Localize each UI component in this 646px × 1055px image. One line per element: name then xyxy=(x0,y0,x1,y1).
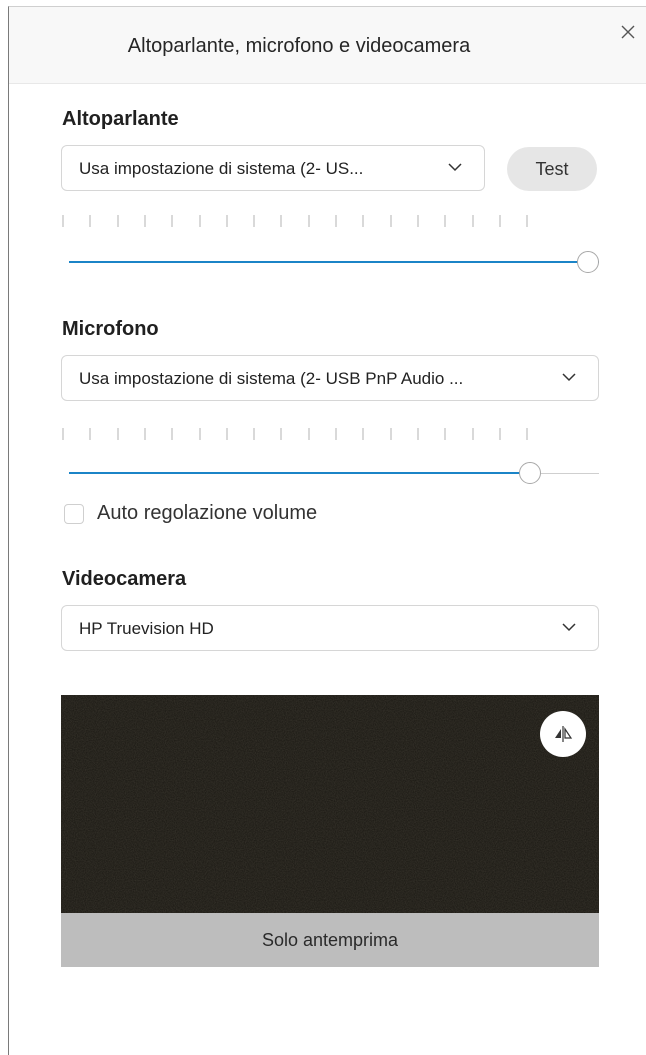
microphone-volume-slider[interactable] xyxy=(69,461,599,487)
meter-tick xyxy=(471,428,474,440)
meter-tick xyxy=(116,215,119,227)
meter-tick xyxy=(389,428,392,440)
meter-tick xyxy=(498,215,501,227)
meter-tick xyxy=(335,428,337,440)
settings-dialog: Altoparlante, microfono e videocamera Al… xyxy=(8,6,646,1055)
meter-tick xyxy=(416,215,419,227)
meter-tick xyxy=(89,428,92,440)
slider-thumb[interactable] xyxy=(577,251,599,273)
meter-tick xyxy=(362,428,365,440)
chevron-down-icon xyxy=(448,163,462,172)
microphone-heading: Microfono xyxy=(62,318,159,340)
meter-tick xyxy=(253,428,256,440)
speaker-select[interactable]: Usa impostazione di sistema (2- US... xyxy=(61,145,485,191)
meter-tick xyxy=(362,215,365,227)
auto-adjust-checkbox[interactable] xyxy=(64,504,84,524)
camera-heading: Videocamera xyxy=(62,568,187,590)
meter-tick xyxy=(471,215,474,227)
speaker-volume-slider[interactable] xyxy=(69,250,599,276)
speaker-test-button[interactable]: Test xyxy=(507,147,597,191)
meter-tick xyxy=(526,428,529,440)
mirror-button[interactable] xyxy=(540,711,586,757)
meter-tick xyxy=(498,428,501,440)
meter-tick xyxy=(444,428,447,440)
dialog-header: Altoparlante, microfono e videocamera xyxy=(9,7,646,84)
meter-tick xyxy=(143,428,146,440)
microphone-select[interactable]: Usa impostazione di sistema (2- USB PnP … xyxy=(61,355,599,401)
meter-tick xyxy=(171,215,174,227)
slider-fill xyxy=(69,261,599,263)
camera-preview: Solo antemprima xyxy=(61,695,599,967)
meter-tick xyxy=(389,215,392,227)
meter-tick xyxy=(253,215,256,227)
meter-tick xyxy=(143,215,146,227)
speaker-select-value: Usa impostazione di sistema (2- US... xyxy=(79,159,364,178)
close-icon[interactable] xyxy=(619,23,637,41)
meter-tick xyxy=(307,428,310,440)
meter-tick xyxy=(307,215,310,227)
dialog-title: Altoparlante, microfono e videocamera xyxy=(127,35,471,57)
camera-feed xyxy=(61,695,599,913)
slider-fill xyxy=(69,472,530,474)
meter-tick xyxy=(89,215,92,227)
meter-tick xyxy=(444,215,447,227)
speaker-heading: Altoparlante xyxy=(62,108,179,130)
mirror-flip-icon xyxy=(555,726,573,742)
camera-select[interactable]: HP Truevision HD xyxy=(61,605,599,651)
auto-adjust-label: Auto regolazione volume xyxy=(97,502,318,524)
chevron-down-icon xyxy=(562,623,576,632)
speaker-level-meter xyxy=(62,215,542,227)
meter-tick xyxy=(280,428,283,440)
meter-tick xyxy=(62,428,64,440)
meter-tick xyxy=(62,215,64,227)
meter-tick xyxy=(526,215,529,227)
slider-thumb[interactable] xyxy=(519,462,541,484)
meter-tick xyxy=(280,215,283,227)
meter-tick xyxy=(198,215,201,227)
meter-tick xyxy=(416,428,419,440)
meter-tick xyxy=(198,428,201,440)
meter-tick xyxy=(225,428,228,440)
microphone-level-meter xyxy=(62,428,542,440)
meter-tick xyxy=(335,215,337,227)
meter-tick xyxy=(116,428,119,440)
camera-select-value: HP Truevision HD xyxy=(79,619,214,638)
meter-tick xyxy=(225,215,228,227)
preview-caption: Solo antemprima xyxy=(61,913,599,967)
chevron-down-icon xyxy=(562,373,576,382)
meter-tick xyxy=(171,428,174,440)
microphone-select-value: Usa impostazione di sistema (2- USB PnP … xyxy=(79,369,464,388)
